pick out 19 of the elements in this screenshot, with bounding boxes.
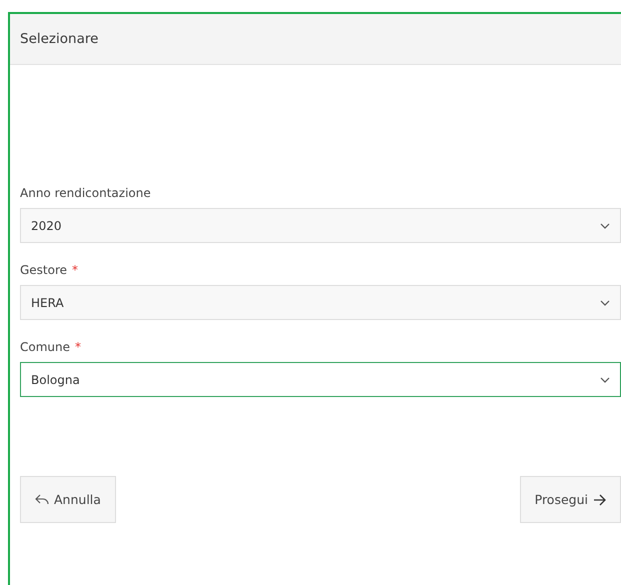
select-field[interactable]: HERA xyxy=(20,285,621,320)
reply-arrow-icon xyxy=(35,494,49,506)
cancel-button[interactable]: Annulla xyxy=(20,476,116,523)
select-value: HERA xyxy=(31,296,64,310)
field-label: Gestore xyxy=(20,263,68,277)
chevron-down-icon xyxy=(600,222,610,228)
panel-title: Selezionare xyxy=(20,31,98,47)
select-value: Bologna xyxy=(31,372,80,386)
required-asterisk: * xyxy=(72,263,78,277)
continue-button[interactable]: Prosegui xyxy=(520,476,621,523)
select-field[interactable]: Bologna xyxy=(20,362,621,397)
chevron-down-icon xyxy=(600,300,610,306)
required-asterisk: * xyxy=(75,340,82,354)
arrow-right-icon xyxy=(593,494,606,506)
select-field[interactable]: 2020 xyxy=(20,208,621,243)
select-value: 2020 xyxy=(31,218,62,232)
field-label: Anno rendicontazione xyxy=(20,186,151,200)
field-label: Comune xyxy=(20,340,70,354)
chevron-down-icon xyxy=(600,376,610,382)
